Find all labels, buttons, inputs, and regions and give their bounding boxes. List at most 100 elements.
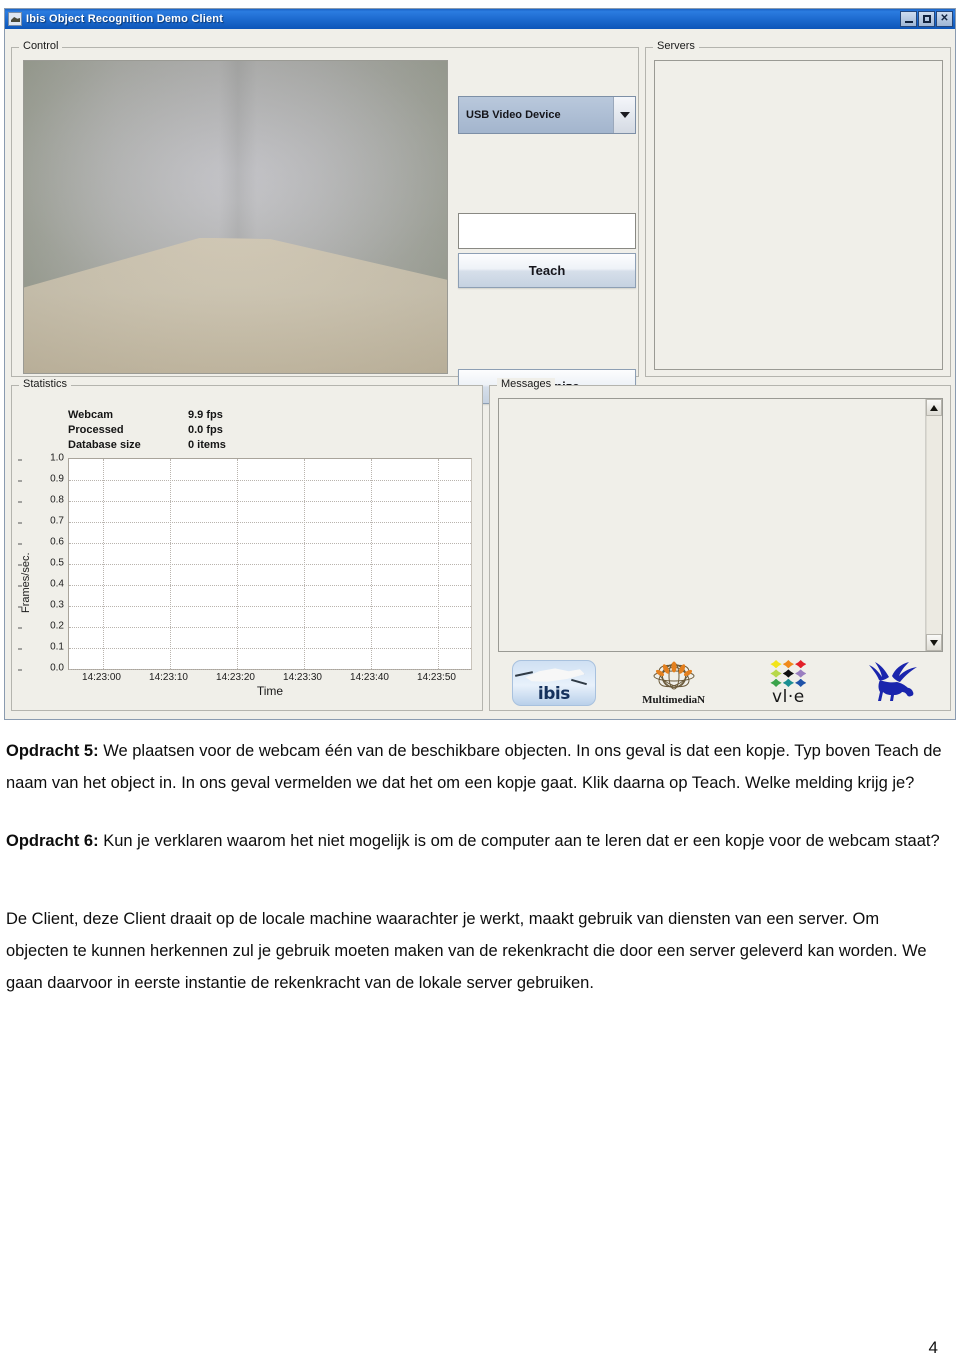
chart-gridline-horizontal	[69, 648, 471, 649]
messages-box	[498, 398, 943, 652]
chart-y-tick-label: 0.1	[18, 642, 68, 653]
paragraph-opdracht-6: Opdracht 6: Kun je verklaren waarom het …	[0, 825, 960, 857]
chart-y-tick-label: 0.0	[18, 663, 68, 674]
scrollbar-track[interactable]	[926, 416, 942, 634]
messages-panel: Messages ibis MultimediaN vl·e	[489, 378, 951, 711]
chart-gridline-horizontal	[69, 501, 471, 502]
chart-x-tick-label: 14:23:00	[82, 672, 121, 683]
stat-value-webcam: 9.9 fps	[188, 409, 223, 421]
paragraph-opdracht-5: Opdracht 5: We plaatsen voor de webcam é…	[0, 735, 960, 799]
servers-panel-title: Servers	[653, 40, 699, 52]
statistics-panel: Statistics Webcam 9.9 fps Processed 0.0 …	[11, 378, 483, 711]
statistics-panel-title: Statistics	[19, 378, 72, 390]
vle-logo-text: vl·e	[772, 687, 805, 707]
messages-panel-title: Messages	[497, 378, 556, 390]
chart-gridline-horizontal	[69, 480, 471, 481]
chart-x-tick-label: 14:23:20	[216, 672, 255, 683]
opdracht-6-lead: Opdracht 6:	[6, 832, 99, 850]
vle-logo: vl·e	[751, 660, 825, 707]
chart-y-tick-label: 0.9	[18, 474, 68, 485]
minimize-button[interactable]	[900, 11, 917, 27]
multimedian-logo: MultimediaN	[624, 660, 724, 706]
window-title: Ibis Object Recognition Demo Client	[26, 13, 224, 25]
chart-gridline-horizontal	[69, 627, 471, 628]
chart-y-tick-label: 0.2	[18, 621, 68, 632]
chart-y-tick-label: 1.0	[18, 453, 68, 464]
page-number: 4	[928, 1338, 938, 1357]
chart-gridline-horizontal	[69, 522, 471, 523]
chart-x-tick-label: 14:23:30	[283, 672, 322, 683]
ibis-logo-text: ibis	[537, 684, 570, 704]
stat-value-processed: 0.0 fps	[188, 424, 223, 436]
chevron-down-icon[interactable]	[613, 97, 635, 133]
close-button[interactable]: ✕	[936, 11, 953, 27]
control-panel-title: Control	[19, 40, 63, 52]
webcam-preview	[23, 60, 448, 374]
webcam-vignette	[24, 61, 447, 373]
chart-y-tick-label: 0.3	[18, 600, 68, 611]
teach-button[interactable]: Teach	[458, 253, 636, 288]
stat-row-processed: Processed 0.0 fps	[68, 423, 268, 438]
messages-scrollbar[interactable]	[925, 399, 942, 651]
vle-grid-cell	[795, 660, 807, 669]
multimedian-starburst-icon	[653, 661, 695, 690]
scroll-down-arrow-icon[interactable]	[926, 634, 942, 651]
chart-x-tick-label: 14:23:40	[350, 672, 389, 683]
vle-grid-cell	[770, 669, 782, 678]
chart-gridline-vertical	[236, 459, 238, 669]
opdracht-5-lead: Opdracht 5:	[6, 742, 99, 760]
stat-label-webcam: Webcam	[68, 409, 114, 421]
chart-gridline-horizontal	[69, 585, 471, 586]
control-panel: Control USB Video Device Teach Recognize	[11, 40, 639, 404]
application-body: Control USB Video Device Teach Recognize…	[5, 29, 955, 719]
vle-grid-cell	[770, 660, 782, 669]
vle-grid-cell	[770, 678, 782, 687]
scroll-up-arrow-icon[interactable]	[926, 399, 942, 416]
ibis-logo: ibis	[511, 660, 596, 706]
chart-y-tick-label: 0.8	[18, 495, 68, 506]
chart-gridline-vertical	[169, 459, 171, 669]
client-server-text: De Client, deze Client draait op de loca…	[6, 910, 927, 992]
servers-panel: Servers	[645, 40, 951, 377]
paragraph-client-server: De Client, deze Client draait op de loca…	[0, 903, 960, 999]
vle-grid-cell	[782, 678, 795, 687]
winged-lion-icon	[869, 662, 918, 701]
chart-y-tick-label: 0.5	[18, 558, 68, 569]
chart-gridline-horizontal	[69, 564, 471, 565]
chart-y-tick-label: 0.7	[18, 516, 68, 527]
chart-gridline-horizontal	[69, 606, 471, 607]
video-device-select[interactable]: USB Video Device	[458, 96, 636, 134]
chart-plot-area	[68, 458, 472, 670]
chart-gridline-horizontal	[69, 669, 471, 670]
chart-gridline-vertical	[437, 459, 439, 669]
opdracht-5-text: We plaatsen voor de webcam één van de be…	[6, 742, 942, 792]
application-window: Ibis Object Recognition Demo Client ✕ Co…	[4, 8, 956, 720]
vle-grid-icon	[770, 660, 807, 687]
sponsor-logos: ibis MultimediaN vl·e	[498, 660, 943, 707]
multimedian-logo-text: MultimediaN	[642, 694, 706, 706]
stat-row-webcam: Webcam 9.9 fps	[68, 408, 268, 423]
window-controls: ✕	[900, 11, 953, 27]
maximize-button[interactable]	[918, 11, 935, 27]
chart-gridline-vertical	[370, 459, 372, 669]
vle-grid-cell	[795, 678, 807, 687]
opdracht-6-text: Kun je verklaren waarom het niet mogelij…	[98, 832, 940, 850]
servers-list[interactable]	[654, 60, 943, 370]
messages-text-area[interactable]	[499, 399, 925, 651]
chart-y-tick-label: 0.4	[18, 579, 68, 590]
chart-x-tick-label: 14:23:10	[149, 672, 188, 683]
vle-grid-cell	[782, 669, 795, 678]
chart-gridline-horizontal	[69, 543, 471, 544]
chart-gridline-vertical	[303, 459, 305, 669]
vu-lion-logo	[853, 660, 929, 706]
chart-gridline-vertical	[102, 459, 104, 669]
app-bird-icon	[8, 12, 22, 26]
chart-x-axis-label: Time	[256, 684, 284, 698]
chart-y-tick-label: 0.6	[18, 537, 68, 548]
object-name-input[interactable]	[458, 213, 636, 249]
title-bar[interactable]: Ibis Object Recognition Demo Client ✕	[5, 9, 955, 29]
frames-per-second-chart: Frames/sec. 1.0 0.9 0.8 0.7 0.6 0.5 0.4 0.3 0.2 0…	[16, 446, 480, 708]
video-device-value: USB Video Device	[466, 109, 561, 121]
vle-grid-cell	[795, 669, 807, 678]
vle-grid-cell	[782, 660, 795, 669]
